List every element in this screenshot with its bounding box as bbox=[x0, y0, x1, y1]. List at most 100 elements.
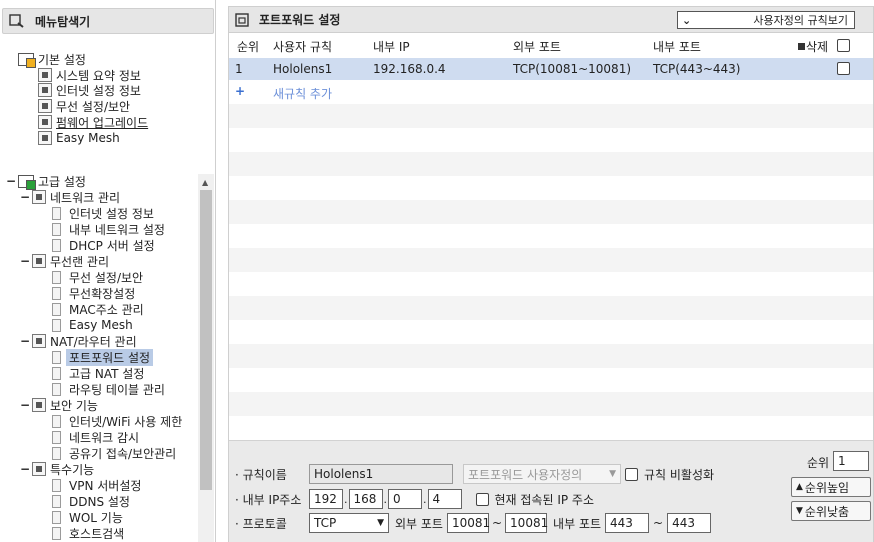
group-nat[interactable]: − NAT/라우터 관리 bbox=[20, 333, 137, 349]
page-icon bbox=[52, 494, 61, 508]
menu-item[interactable]: 인터넷/WiFi 사용 제한 bbox=[52, 413, 182, 429]
current-ip-checkbox[interactable] bbox=[475, 492, 489, 506]
ext-port-from[interactable]: 10081 bbox=[446, 513, 490, 533]
menu-item[interactable]: 고급 NAT 설정 bbox=[52, 365, 144, 381]
upgrade-icon bbox=[38, 115, 52, 129]
col-rule: 사용자 규칙 bbox=[273, 39, 333, 54]
chevron-down-icon: ⌄ bbox=[682, 13, 692, 27]
empty-row bbox=[229, 344, 873, 368]
menu-item[interactable]: 공유기 접속/보안관리 bbox=[52, 445, 176, 461]
plus-icon: + bbox=[235, 84, 246, 98]
scroll-thumb[interactable] bbox=[200, 190, 212, 490]
advanced-settings-node[interactable]: − 고급 설정 bbox=[6, 173, 86, 190]
col-ip: 내부 IP bbox=[373, 39, 410, 54]
collapse-icon[interactable]: − bbox=[20, 462, 30, 476]
page-icon bbox=[52, 318, 61, 332]
menu-item[interactable]: 무선 설정/보안 bbox=[52, 269, 143, 285]
table-row[interactable]: 1 Hololens1 192.168.0.4 TCP(10081~10081)… bbox=[229, 58, 873, 80]
menu-item-easymesh[interactable]: Easy Mesh bbox=[38, 130, 120, 146]
col-num: 순위 bbox=[237, 39, 260, 54]
menu-item-internet-info[interactable]: 인터넷 설정 정보 bbox=[38, 82, 141, 98]
collapse-icon[interactable]: − bbox=[20, 254, 30, 268]
collapse-icon[interactable]: − bbox=[6, 174, 16, 188]
special-icon bbox=[32, 462, 46, 476]
menu-item[interactable]: DHCP 서버 설정 bbox=[52, 237, 155, 253]
menu-item[interactable]: 라우팅 테이블 관리 bbox=[52, 381, 165, 397]
page-icon bbox=[52, 446, 61, 460]
add-rule-link[interactable]: 새규칙 추가 bbox=[273, 85, 332, 102]
arrow-down-icon: ▼ bbox=[796, 506, 803, 516]
page-icon bbox=[52, 238, 61, 252]
scroll-up-icon[interactable]: ▲ bbox=[202, 178, 208, 187]
menu-item-wireless[interactable]: 무선 설정/보안 bbox=[38, 98, 130, 114]
menu-item[interactable]: Easy Mesh bbox=[52, 317, 133, 333]
ip-octet-4[interactable]: 4 bbox=[427, 489, 462, 509]
monitor-icon bbox=[38, 83, 52, 97]
empty-row bbox=[229, 392, 873, 416]
menu-item-firmware[interactable]: 펌웨어 업그레이드 bbox=[38, 114, 148, 130]
empty-row bbox=[229, 368, 873, 392]
menu-item-portforward[interactable]: 포트포워드 설정 bbox=[52, 348, 154, 366]
page-icon bbox=[52, 302, 61, 316]
empty-row bbox=[229, 152, 873, 176]
tree-scrollbar[interactable]: ▲ bbox=[198, 174, 214, 542]
page-icon bbox=[52, 526, 61, 540]
basic-settings-node[interactable]: 기본 설정 bbox=[18, 51, 86, 68]
col-delete: 삭제 bbox=[798, 38, 828, 55]
preset-select[interactable]: 포트포워드 사용자정의 ▼ bbox=[463, 464, 621, 484]
ip-octet-1[interactable]: 192 bbox=[309, 489, 343, 509]
network-icon bbox=[32, 190, 46, 204]
group-wireless[interactable]: − 무선랜 관리 bbox=[20, 253, 109, 269]
menu-explorer-title: 메뉴탐색기 bbox=[35, 14, 91, 29]
int-port-from[interactable]: 443 bbox=[605, 513, 650, 533]
page-icon bbox=[52, 350, 61, 364]
menu-item[interactable]: DDNS 설정 bbox=[52, 493, 130, 509]
menu-item[interactable]: 네트워크 감시 bbox=[52, 429, 139, 445]
add-rule-row[interactable]: + 새규칙 추가 bbox=[229, 80, 873, 104]
menu-item[interactable]: 무선확장설정 bbox=[52, 285, 135, 301]
page-icon bbox=[52, 414, 61, 428]
view-select[interactable]: ⌄ 사용자정의 규칙보기 bbox=[677, 11, 855, 29]
page-icon bbox=[52, 270, 61, 284]
menu-item[interactable]: 내부 네트워크 설정 bbox=[52, 221, 165, 237]
ext-port-to[interactable]: 10081 bbox=[505, 513, 548, 533]
menu-item[interactable]: VPN 서버설정 bbox=[52, 477, 141, 493]
group-network[interactable]: − 네트워크 관리 bbox=[20, 189, 120, 205]
menu-item[interactable]: 호스트검색 bbox=[52, 525, 124, 541]
empty-row bbox=[229, 128, 873, 152]
menu-explorer: 메뉴탐색기 기본 설정 시스템 요약 정보 인터넷 설정 정보 무선 설정/보안… bbox=[0, 0, 216, 542]
empty-row bbox=[229, 272, 873, 296]
window-icon bbox=[235, 12, 249, 27]
collapse-icon[interactable]: − bbox=[20, 334, 30, 348]
chevron-down-icon: ▼ bbox=[377, 518, 384, 528]
ip-octet-3[interactable]: 0 bbox=[388, 489, 422, 509]
rank-down-button[interactable]: ▼ 순위낮춤 bbox=[791, 501, 871, 521]
menu-item[interactable]: MAC주소 관리 bbox=[52, 301, 144, 317]
rule-edit-form: · 규칙이름 Hololens1 포트포워드 사용자정의 ▼ 규칙 비활성화 ·… bbox=[229, 440, 873, 542]
menu-item[interactable]: WOL 기능 bbox=[52, 509, 123, 525]
menu-item[interactable]: 인터넷 설정 정보 bbox=[52, 205, 154, 221]
collapse-icon[interactable]: − bbox=[20, 190, 30, 204]
col-ext: 외부 포트 bbox=[513, 39, 561, 54]
rank-up-button[interactable]: ▲ 순위높임 bbox=[791, 477, 871, 497]
menu-explorer-header: 메뉴탐색기 bbox=[2, 8, 214, 34]
collapse-icon[interactable]: − bbox=[20, 398, 30, 412]
rank-input[interactable]: 1 bbox=[833, 451, 869, 471]
protocol-select[interactable]: TCP ▼ bbox=[309, 513, 389, 533]
row-delete-checkbox[interactable] bbox=[837, 62, 850, 75]
page-icon bbox=[52, 366, 61, 380]
empty-row bbox=[229, 176, 873, 200]
int-port-to[interactable]: 443 bbox=[667, 513, 712, 533]
group-special[interactable]: − 특수기능 bbox=[20, 461, 94, 477]
wifi-icon bbox=[38, 99, 52, 113]
folder-icon bbox=[18, 174, 36, 190]
select-all-checkbox[interactable] bbox=[837, 39, 850, 52]
page-icon bbox=[52, 430, 61, 444]
wifi-icon bbox=[38, 131, 52, 145]
portforward-header: 포트포워드 설정 ⌄ 사용자정의 규칙보기 bbox=[229, 7, 873, 33]
ip-octet-2[interactable]: 168 bbox=[348, 489, 383, 509]
page-title: 포트포워드 설정 bbox=[259, 13, 341, 27]
group-security[interactable]: − 보안 기능 bbox=[20, 397, 98, 413]
rule-name-input[interactable]: Hololens1 bbox=[309, 464, 453, 484]
disable-rule-checkbox[interactable] bbox=[625, 467, 638, 481]
